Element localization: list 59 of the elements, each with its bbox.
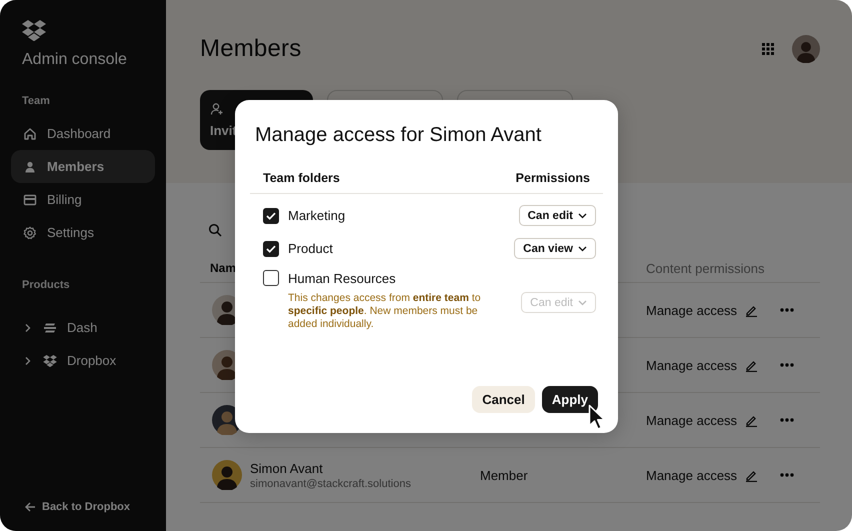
back-link[interactable]: Back to Dropbox [25,501,155,513]
permission-dropdown[interactable]: Can view [514,238,596,259]
search-icon[interactable] [208,223,222,237]
person-icon [23,160,37,174]
avatar [212,460,242,490]
member-name: Simon Avant [250,460,324,476]
arrow-left-icon [25,502,36,512]
column-header: Nam [210,261,236,275]
dialog-title: Manage access for Simon Avant [255,124,542,147]
column-header: Content permissions [646,260,766,276]
pencil-icon[interactable] [745,304,758,316]
more-icon[interactable] [780,418,794,422]
section-heading: Products [22,279,71,291]
folder-name: Product [288,241,334,256]
apps-grid-icon[interactable] [762,43,774,55]
folder-name: Human Resources [288,270,397,286]
console-title: Admin console [22,51,128,69]
chevron-down-icon [578,212,587,218]
cancel-button[interactable]: Cancel [472,386,535,413]
pencil-icon[interactable] [745,468,758,482]
check-icon [266,212,276,220]
column-header: Permissions [516,171,590,185]
member-email: simonavant@stackcraft.solutions [250,478,411,490]
more-icon[interactable] [780,473,794,477]
column-header: Team folders [263,171,340,185]
add-person-icon [210,102,224,116]
manage-access-link[interactable]: Manage access [646,412,738,428]
page-title: Members [200,35,302,63]
sidebar-item[interactable]: Dashboard [11,117,155,150]
apply-button[interactable]: Apply [542,386,598,413]
sidebar-item[interactable]: Members [11,150,155,183]
folder-name: Marketing [288,208,346,223]
manage-access-link[interactable]: Manage access [646,358,738,372]
manage-access-link[interactable]: Manage access [646,468,738,482]
pencil-icon[interactable] [745,358,758,372]
warning-text: This changes access from entire team to specific people. New members must be added individually. [288,292,482,331]
chevron-down-icon [578,300,587,306]
check-icon [266,244,276,252]
member-role: Member [480,468,528,482]
more-icon[interactable] [780,363,794,367]
section-heading: Team [22,95,51,107]
user-avatar[interactable] [792,35,820,63]
checkbox[interactable] [263,208,279,224]
settings-icon [23,226,37,240]
home-icon [23,126,37,140]
permission-dropdown[interactable]: Can edit [518,205,596,226]
sidebar-item[interactable]: Dash [11,311,155,344]
sidebar-item[interactable]: Billing [11,183,155,216]
dropbox-logo [22,20,46,41]
checkbox[interactable] [263,240,279,256]
card-icon [23,192,37,206]
manage-access-link[interactable]: Manage access [646,302,738,318]
dropbox-icon [43,354,57,366]
stripes-icon [43,322,57,334]
more-icon[interactable] [780,308,794,312]
sidebar-item[interactable]: Dropbox [11,344,155,377]
sidebar-item[interactable]: Settings [11,216,155,249]
chevron-down-icon [578,246,587,252]
pencil-icon[interactable] [745,414,758,426]
